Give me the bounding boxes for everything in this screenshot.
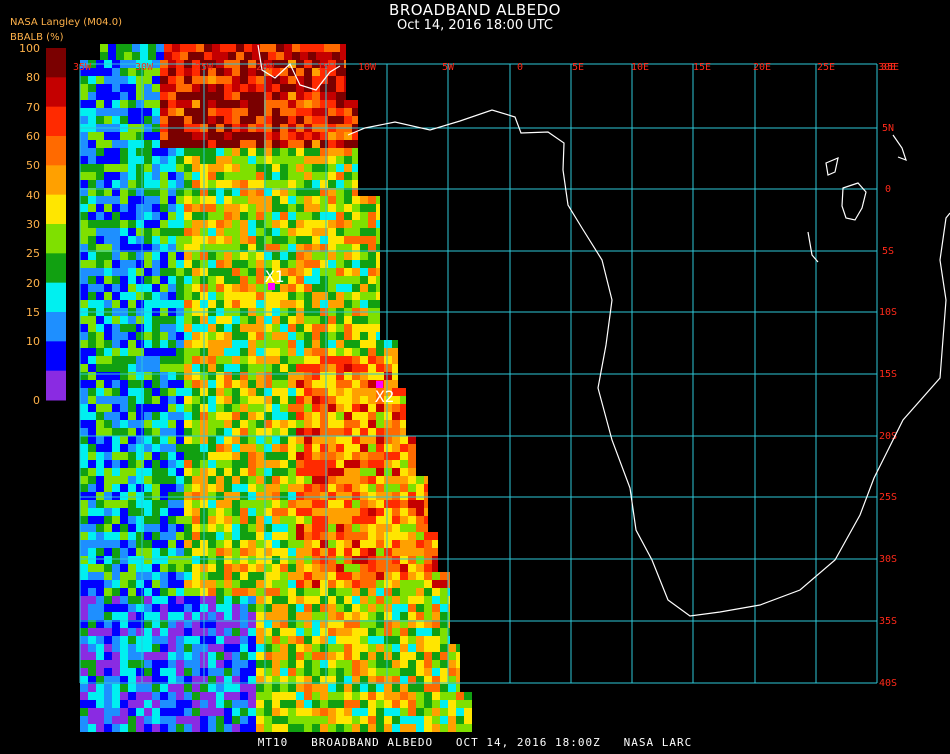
source-label: NASA Langley (M04.0)	[10, 17, 122, 28]
lake-coast	[807, 134, 907, 263]
colorbar-tick-label: 20	[26, 276, 40, 290]
longitude-label: 25E	[817, 62, 835, 73]
colorbar	[46, 48, 66, 401]
longitude-label: 5W	[442, 62, 455, 73]
latitude-label: 15S	[879, 369, 897, 380]
colorbar-swatch	[46, 165, 66, 196]
latitude-label: 5N	[882, 123, 894, 134]
longitude-label: 5E	[572, 62, 584, 73]
footer-caption: MT10 BROADBAND ALBEDO OCT 14, 2016 18:00…	[257, 736, 693, 749]
colorbar-swatch	[46, 77, 66, 108]
colorbar-swatch	[46, 106, 66, 137]
longitude-label: 25W	[195, 62, 214, 73]
map-title: BROADBAND ALBEDO	[389, 1, 561, 19]
colorbar-tick-label: 70	[26, 100, 40, 114]
map-datetime: Oct 14, 2016 18:00 UTC	[397, 18, 553, 33]
longitude-label: 35W	[73, 62, 92, 73]
colorbar-swatch	[46, 194, 66, 225]
albedo-swath	[80, 44, 472, 732]
longitude-label: 10W	[358, 62, 377, 73]
colorbar-swatch	[46, 136, 66, 166]
colorbar-swatch	[46, 370, 66, 401]
colorbar-tick-label: 40	[26, 188, 40, 202]
longitude-label: 0	[517, 62, 523, 73]
longitude-label: 15W	[317, 62, 336, 73]
latitude-label: 5S	[882, 246, 894, 257]
marker-x1-label: X1	[265, 267, 284, 286]
colorbar-tick-label: 60	[26, 130, 40, 143]
colorbar-tick-label: 30	[26, 218, 40, 231]
marker-x2-label: X2	[375, 387, 394, 406]
colorbar-swatch	[46, 48, 66, 78]
colorbar-tick-label: 50	[26, 159, 40, 173]
longitude-label: 10E	[631, 62, 649, 73]
albedo-map-image: 35W 30W 25W 20W 15W 10W 5W 0 5E 10E 15E 20E 25E 30E 35…	[0, 0, 950, 750]
colorbar-swatch	[46, 253, 66, 284]
latitude-label: 10S	[879, 307, 897, 318]
colorbar-swatch	[46, 224, 66, 254]
colorbar-swatch	[46, 282, 66, 313]
africa-coastline	[347, 109, 950, 617]
colorbar-tick-label: 25	[26, 247, 40, 261]
latitude-label: 0	[885, 184, 891, 195]
longitude-label: 15E	[693, 62, 711, 73]
colorbar-swatch	[46, 341, 66, 372]
colorbar-tick-label: 10	[26, 335, 40, 349]
latitude-label: 30S	[879, 554, 897, 565]
longitude-label: 35E	[881, 62, 899, 73]
latitude-label: 40S	[879, 678, 897, 689]
latitude-label: 25S	[879, 492, 897, 503]
longitude-label: 20W	[256, 62, 275, 73]
colorbar-tick-label: 0	[33, 394, 40, 407]
colorbar-swatch	[46, 312, 66, 342]
colorbar-tick-label: 80	[26, 71, 40, 85]
longitude-label: 20E	[753, 62, 771, 73]
longitude-label: 30W	[135, 62, 154, 73]
colorbar-tick-label: 15	[26, 306, 40, 319]
colorbar-tick-label: 100	[19, 42, 40, 55]
latitude-label: 35S	[879, 616, 897, 627]
map-canvas: 35W 30W 25W 20W 15W 10W 5W 0 5E 10E 15E 20E 25E 30E35…	[46, 44, 950, 732]
